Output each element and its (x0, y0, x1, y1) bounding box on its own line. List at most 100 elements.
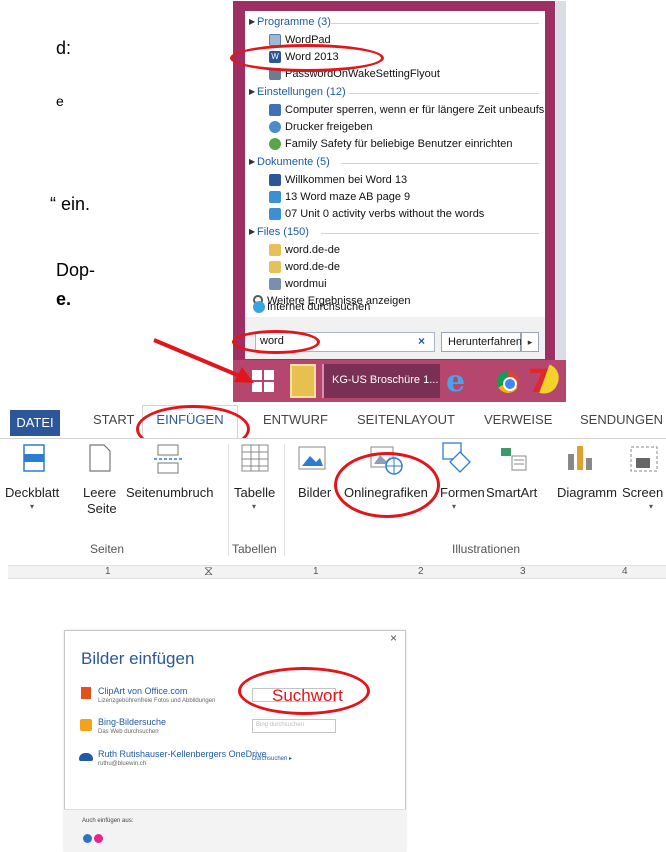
dropdown-icon[interactable]: ▾ (252, 502, 256, 511)
close-icon[interactable]: × (390, 631, 397, 645)
office-icon (81, 687, 91, 699)
result-family-safety[interactable]: Family Safety für beliebige Benutzer ein… (245, 136, 545, 153)
deckblatt-button[interactable]: Deckblatt (5, 485, 59, 500)
bing-icon (80, 719, 92, 731)
screenshot-button[interactable]: Screen (622, 485, 663, 500)
divider (321, 233, 539, 234)
result-label: Drucker freigeben (285, 121, 373, 133)
result-label: word.de-de (285, 261, 341, 273)
tabelle-button[interactable]: Tabelle (234, 485, 275, 500)
annotation-suchwort: Suchwort (272, 686, 343, 705)
desktop-edge (556, 1, 566, 365)
expand-icon: ▶ (249, 17, 256, 26)
ruler-mark: 2 (418, 566, 424, 577)
ruler-mark: 3 (520, 566, 526, 577)
result-label: wordmui (285, 278, 327, 290)
result-drucker-freigeben[interactable]: Drucker freigeben (245, 119, 545, 136)
screenshot-icon (630, 446, 658, 472)
shapes-icon (442, 442, 471, 473)
group-label: Programme (3) (257, 16, 331, 28)
tab-sendungen[interactable]: SENDUNGEN (580, 412, 663, 427)
expand-icon: ▶ (249, 157, 256, 166)
ruler: 1 ⧖ 1 2 3 4 (8, 563, 666, 579)
result-label: Family Safety für beliebige Benutzer ein… (285, 138, 513, 150)
tab-verweise[interactable]: VERWEISE (484, 412, 552, 427)
result-folder-word-de-de-2[interactable]: word.de-de (245, 259, 545, 276)
result-label: 13 Word maze AB page 9 (285, 191, 411, 203)
internet-search-link[interactable]: Internet durchsuchen (245, 299, 545, 316)
also-insert-label: Auch einfügen aus: (82, 818, 134, 824)
tab-datei[interactable]: DATEI (10, 410, 60, 436)
group-programme[interactable]: ▶ Programme (3) (245, 15, 545, 31)
dropdown-icon[interactable]: ▾ (30, 502, 34, 511)
network-icon (269, 121, 281, 133)
result-computer-sperren[interactable]: Computer sperren, wenn er für längere Ze… (245, 102, 545, 119)
group-dokumente[interactable]: ▶ Dokumente (5) (245, 155, 545, 171)
dialog-footer (64, 809, 406, 852)
explorer-icon[interactable] (290, 364, 316, 398)
ruler-mark: 4 (622, 566, 628, 577)
seitenumbruch-button[interactable]: Seitenumbruch (126, 485, 213, 500)
tab-seitenlayout[interactable]: SEITENLAYOUT (357, 412, 455, 427)
highlight-word-2013 (230, 44, 384, 72)
result-label: word.de-de (285, 244, 341, 256)
smartart-button[interactable]: SmartArt (486, 485, 537, 500)
group-files[interactable]: ▶ Files (150) (245, 225, 545, 241)
onedrive-icon (79, 753, 93, 761)
internet-search-label: Internet durchsuchen (267, 301, 371, 313)
monitor-icon (269, 104, 281, 116)
diagramm-button[interactable]: Diagramm (557, 485, 617, 500)
divider (341, 163, 539, 164)
doc-fragment: “ ein. (50, 194, 91, 214)
group-einstellungen[interactable]: ▶ Einstellungen (12) (245, 85, 545, 101)
taskbar-app-button[interactable]: KG-US Broschüre 1... (322, 364, 440, 398)
cover-page-icon (23, 444, 45, 472)
onedrive-subtitle: ruthu@bluewin.ch (98, 761, 147, 767)
result-willkommen[interactable]: Willkommen bei Word 13 (245, 172, 545, 189)
dialog-title: Bilder einfügen (81, 649, 195, 668)
flickr-icon-pink (94, 834, 103, 843)
result-wordmui[interactable]: wordmui (245, 276, 545, 293)
result-label: 07 Unit 0 activity verbs without the wor… (285, 208, 485, 220)
tab-start[interactable]: START (93, 412, 134, 427)
flickr-icon[interactable] (83, 834, 92, 843)
result-word-maze[interactable]: 13 Word maze AB page 9 (245, 189, 545, 206)
formen-button[interactable]: Formen (440, 485, 485, 500)
tab-entwurf[interactable]: ENTWURF (263, 412, 328, 427)
result-label: Willkommen bei Word 13 (285, 174, 408, 186)
internet-explorer-icon[interactable]: e (446, 367, 474, 397)
dropdown-icon[interactable]: ▾ (452, 502, 456, 511)
arrow-annotation (153, 338, 254, 383)
clipart-subtitle: Lizenzgebührenfreie Fotos und Abbildunge… (98, 698, 216, 704)
indent-marker-icon[interactable]: ⧖ (204, 563, 213, 579)
group-label-illustrationen: Illustrationen (452, 542, 521, 556)
shutdown-button[interactable]: Herunterfahren (441, 332, 522, 352)
doc-fragment: d: (56, 38, 72, 58)
shutdown-options-icon[interactable]: ▸ (521, 332, 539, 352)
result-unit-0[interactable]: 07 Unit 0 activity verbs without the wor… (245, 206, 545, 223)
bing-subtitle: Das Web durchsuchen (98, 729, 159, 735)
onedrive-title: Ruth Rutishauser-Kellenbergers OneDrive (98, 749, 267, 759)
chrome-icon[interactable] (497, 371, 519, 393)
pictures-icon (298, 446, 326, 470)
expand-icon: ▶ (249, 227, 256, 236)
divider (349, 93, 539, 94)
chart-icon (568, 446, 592, 470)
onedrive-browse-link[interactable]: Durchsuchen ▸ (252, 755, 292, 762)
folder-icon (269, 244, 281, 256)
doc-icon (269, 191, 281, 203)
leere-seite-label-2: Seite (87, 501, 117, 516)
family-icon (269, 138, 281, 150)
bilder-button[interactable]: Bilder (298, 485, 331, 500)
dropdown-icon[interactable]: ▾ (649, 502, 653, 511)
folder-icon (269, 261, 281, 273)
result-label: Computer sperren, wenn er für längere Ze… (285, 104, 545, 116)
leere-seite-button[interactable]: Leere (83, 485, 116, 500)
clear-search-icon[interactable]: × (418, 334, 425, 348)
result-folder-word-de-de[interactable]: word.de-de (245, 242, 545, 259)
group-separator (284, 444, 285, 556)
group-label: Dokumente (5) (257, 156, 330, 168)
doc-fragment: e. (56, 289, 72, 309)
bing-search-field[interactable]: Bing durchsuchen (252, 719, 336, 733)
group-label-tabellen: Tabellen (232, 542, 277, 556)
